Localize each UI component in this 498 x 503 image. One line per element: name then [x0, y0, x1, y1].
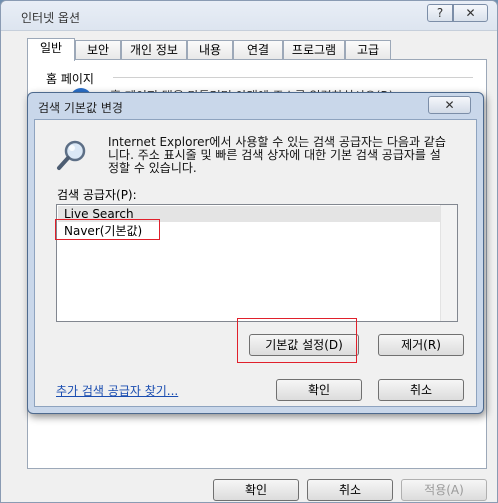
change-search-defaults-dialog: 검색 기본값 변경 ✕ Internet Explorer에서 사용할 수 있는…	[27, 92, 484, 414]
find-more-providers-link[interactable]: 추가 검색 공급자 찾기...	[56, 382, 178, 399]
magnifier-icon	[57, 140, 86, 170]
tab-advanced[interactable]: 고급	[345, 40, 391, 60]
section-divider	[113, 77, 473, 78]
window-title-bar: 인터넷 옵션 ? ✕	[1, 1, 497, 31]
tab-security[interactable]: 보안	[75, 40, 121, 60]
tab-connections[interactable]: 연결	[233, 40, 283, 60]
cancel-button[interactable]: 취소	[307, 479, 393, 501]
dialog-title: 검색 기본값 변경	[38, 101, 123, 115]
tab-privacy[interactable]: 개인 정보	[121, 40, 187, 60]
dialog-cancel-button[interactable]: 취소	[378, 379, 464, 401]
search-providers-label: 검색 공급자(P):	[57, 188, 137, 202]
tab-content[interactable]: 내용	[187, 40, 233, 60]
tab-programs[interactable]: 프로그램	[283, 40, 345, 60]
dialog-body: Internet Explorer에서 사용할 수 있는 검색 공급자는 다음과…	[34, 119, 477, 407]
list-scrollbar[interactable]	[440, 205, 457, 321]
dialog-description: Internet Explorer에서 사용할 수 있는 검색 공급자는 다음과…	[108, 135, 446, 175]
annotation-box-naver	[55, 219, 160, 240]
dialog-ok-button[interactable]: 확인	[276, 379, 362, 401]
help-button[interactable]: ?	[427, 4, 453, 22]
window-title: 인터넷 옵션	[21, 11, 81, 25]
window-close-button[interactable]: ✕	[453, 4, 488, 22]
apply-button[interactable]: 적용(A)	[401, 479, 487, 501]
ok-button[interactable]: 확인	[213, 479, 299, 501]
annotation-box-set-default	[237, 318, 357, 363]
dialog-close-button[interactable]: ✕	[428, 96, 471, 114]
tab-general[interactable]: 일반	[27, 38, 75, 61]
remove-button[interactable]: 제거(R)	[378, 334, 464, 356]
